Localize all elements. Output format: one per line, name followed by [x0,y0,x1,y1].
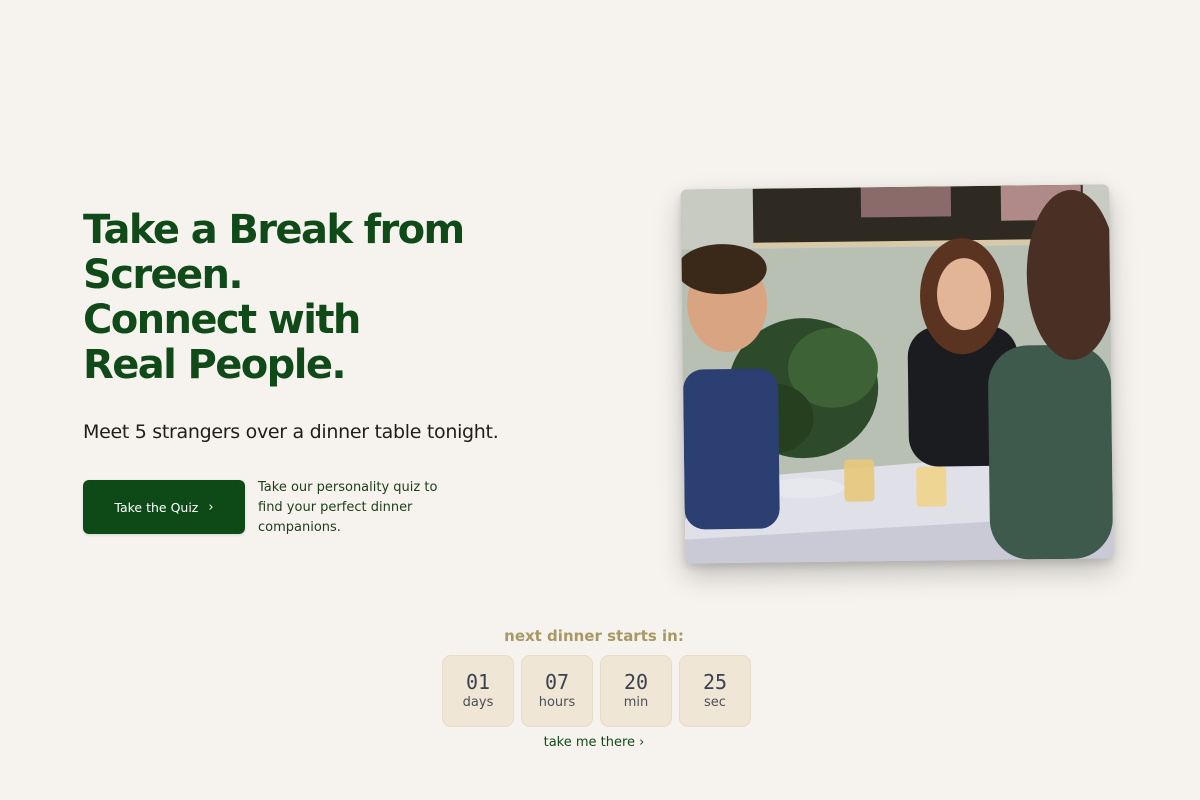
take-me-there-link[interactable]: take me there › [0,735,1188,750]
countdown-hours-unit: hours [538,695,576,710]
countdown-label: next dinner starts in: [504,627,684,645]
hero-subtitle: Meet 5 strangers over a dinner table ton… [83,421,499,443]
countdown-seconds-unit: sec [704,695,726,710]
countdown-minutes-value: 20 [623,670,649,694]
take-quiz-button-label: Take the Quiz [114,499,199,515]
hero-title-line: Take a Break from [83,207,465,253]
countdown-days: 01 days [442,655,514,727]
hero-title: Take a Break from Screen. Connect with R… [83,208,563,388]
countdown-minutes: 20 min [600,655,672,727]
countdown-days-value: 01 [465,670,491,694]
countdown-days-unit: days [462,695,494,710]
countdown-minutes-unit: min [623,695,649,710]
countdown-timer: 01 days 07 hours 20 min 25 sec [442,655,751,727]
take-quiz-button[interactable]: Take the Quiz › [83,480,245,534]
quiz-description: Take our personality quiz to find your p… [258,480,438,535]
dinner-photo [680,184,1114,564]
countdown-seconds: 25 sec [679,655,751,727]
dinner-photo-illustration [680,184,1114,564]
hero-title-line: Connect with [83,297,361,343]
hero-title-line: Screen. [83,252,244,298]
countdown-seconds-value: 25 [702,670,728,694]
chevron-right-icon: › [208,499,214,515]
countdown-hours: 07 hours [521,655,593,727]
countdown-hours-value: 07 [544,670,570,694]
hero-title-line: Real People. [83,342,347,388]
